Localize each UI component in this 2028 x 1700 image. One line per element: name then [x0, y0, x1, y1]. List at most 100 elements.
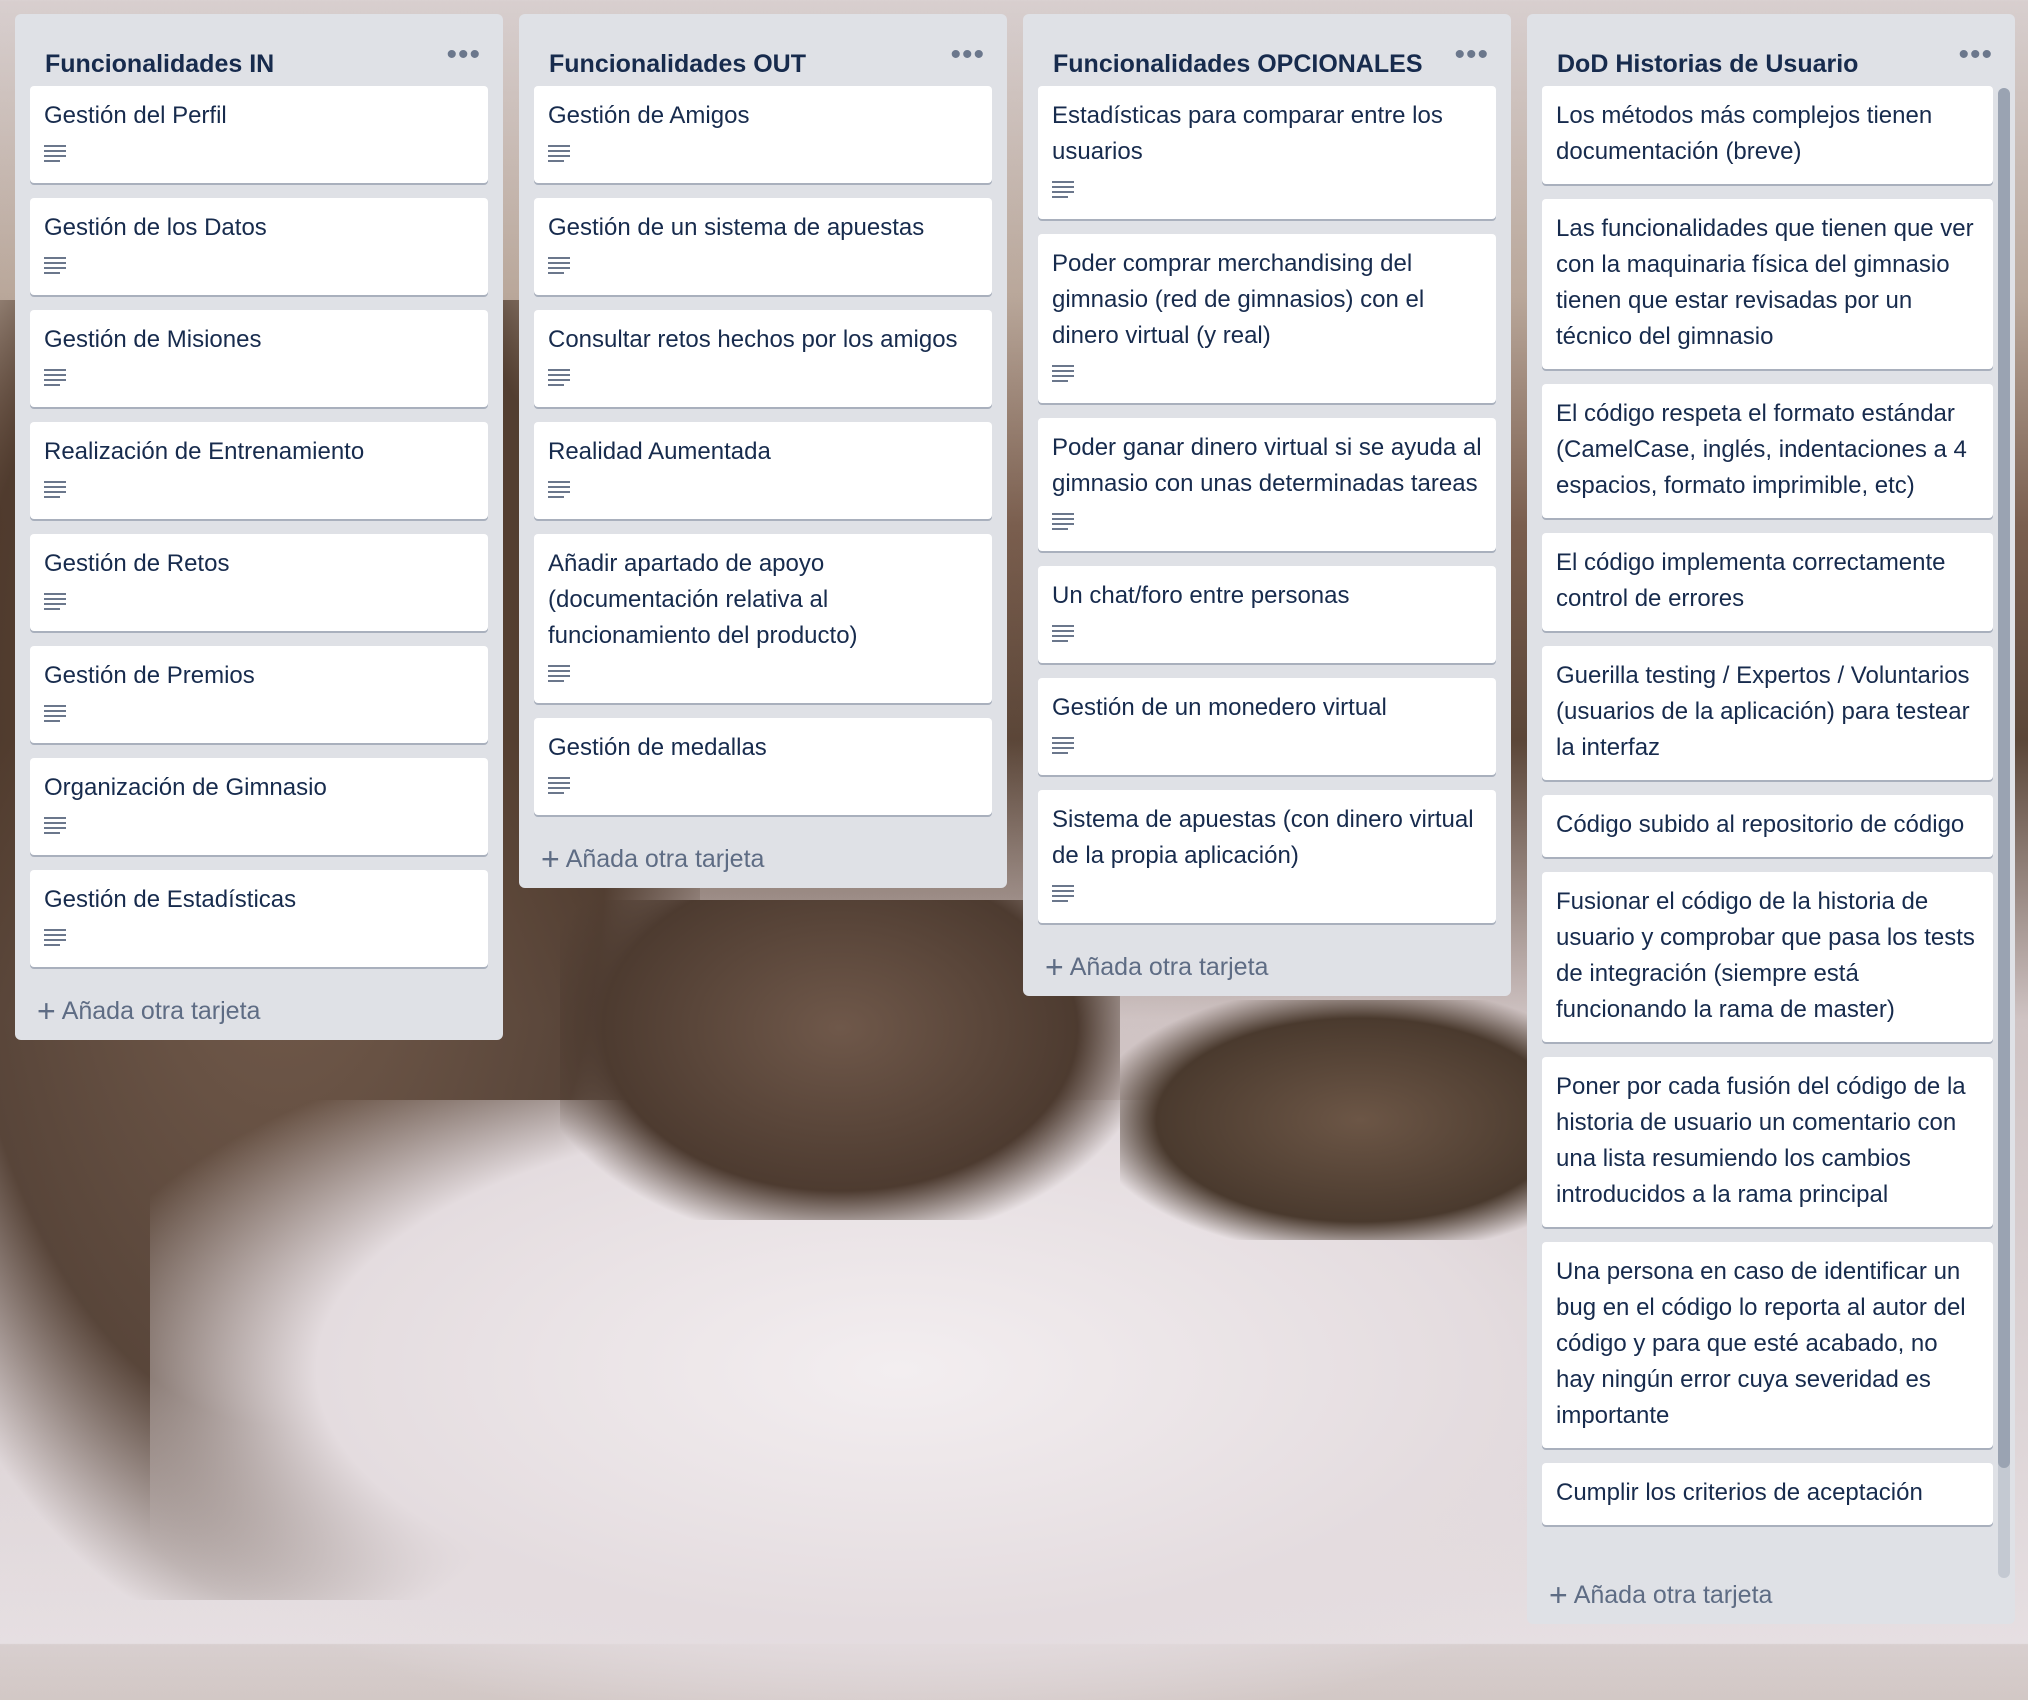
card[interactable]: Gestión de Estadísticas — [30, 870, 488, 967]
card[interactable]: Consultar retos hechos por los amigos — [534, 310, 992, 407]
card-title: Guerilla testing / Expertos / Voluntario… — [1556, 662, 1970, 761]
card[interactable]: Realidad Aumentada — [534, 422, 992, 519]
description-lines-icon — [44, 368, 68, 388]
card-title: Gestión de medallas — [548, 734, 767, 761]
card-title: Realidad Aumentada — [548, 438, 771, 465]
card[interactable]: Guerilla testing / Expertos / Voluntario… — [1542, 646, 1993, 780]
plus-icon: + — [37, 993, 56, 1029]
more-horizontal-icon[interactable]: ••• — [446, 40, 481, 70]
card[interactable]: Gestión del Perfil — [30, 86, 488, 183]
card-title: Cumplir los criterios de aceptación — [1556, 1479, 1923, 1506]
card-title: El código implementa correctamente contr… — [1556, 549, 1946, 612]
description-lines-icon — [1052, 180, 1076, 200]
description-lines-icon — [44, 816, 68, 836]
card-title: El código respeta el formato estándar (C… — [1556, 400, 1967, 499]
card-title: Estadísticas para comparar entre los usu… — [1052, 102, 1443, 165]
list-title[interactable]: Funcionalidades OUT — [549, 50, 806, 79]
card-title: Gestión de Amigos — [548, 102, 750, 129]
add-card-button[interactable]: + Añada otra tarjeta — [1527, 1566, 2015, 1624]
scrollbar-thumb[interactable] — [1998, 88, 2010, 1468]
card[interactable]: Código subido al repositorio de código — [1542, 795, 1993, 857]
card[interactable]: Gestión de medallas — [534, 718, 992, 815]
cards-scroll-area[interactable]: Los métodos más complejos tienen documen… — [1527, 86, 2015, 1566]
card[interactable]: Organización de Gimnasio — [30, 758, 488, 855]
card-title: Código subido al repositorio de código — [1556, 811, 1965, 838]
list-header: DoD Historias de Usuario ••• — [1527, 14, 2015, 86]
card-title: Un chat/foro entre personas — [1052, 582, 1350, 609]
card[interactable]: Poder comprar merchandising del gimnasio… — [1038, 234, 1496, 403]
card[interactable]: El código respeta el formato estándar (C… — [1542, 384, 1993, 518]
add-card-label: Añada otra tarjeta — [1573, 1580, 1773, 1609]
add-card-label: Añada otra tarjeta — [61, 996, 261, 1025]
description-lines-icon — [548, 144, 572, 164]
more-horizontal-icon[interactable]: ••• — [1454, 40, 1489, 70]
card[interactable]: El código implementa correctamente contr… — [1542, 533, 1993, 631]
card[interactable]: Los métodos más complejos tienen documen… — [1542, 86, 1993, 184]
card[interactable]: Gestión de un monedero virtual — [1038, 678, 1496, 775]
card-title: Los métodos más complejos tienen documen… — [1556, 102, 1933, 165]
card-title: Gestión de Retos — [44, 550, 230, 577]
card-title: Poner por cada fusión del código de la h… — [1556, 1073, 1966, 1208]
description-lines-icon — [44, 704, 68, 724]
description-lines-icon — [548, 256, 572, 276]
add-card-label: Añada otra tarjeta — [565, 844, 765, 873]
card[interactable]: Fusionar el código de la historia de usu… — [1542, 872, 1993, 1042]
description-lines-icon — [1052, 736, 1076, 756]
add-card-button[interactable]: + Añada otra tarjeta — [519, 830, 1007, 888]
card-title: Fusionar el código de la historia de usu… — [1556, 888, 1975, 1023]
card-title: Realización de Entrenamiento — [44, 438, 365, 465]
card[interactable]: Añadir apartado de apoyo (documentación … — [534, 534, 992, 703]
description-lines-icon — [44, 592, 68, 612]
add-card-button[interactable]: + Añada otra tarjeta — [15, 982, 503, 1040]
card[interactable]: Una persona en caso de identificar un bu… — [1542, 1242, 1993, 1448]
card-title: Gestión de Premios — [44, 662, 255, 689]
card-title: Organización de Gimnasio — [44, 774, 327, 801]
plus-icon: + — [541, 841, 560, 877]
card[interactable]: Gestión de un sistema de apuestas — [534, 198, 992, 295]
description-lines-icon — [44, 144, 68, 164]
card[interactable]: Gestión de los Datos — [30, 198, 488, 295]
card-title: Gestión de un sistema de apuestas — [548, 214, 925, 241]
card-title: Gestión de Misiones — [44, 326, 262, 353]
card[interactable]: Realización de Entrenamiento — [30, 422, 488, 519]
card-title: Poder ganar dinero virtual si se ayuda a… — [1052, 434, 1482, 497]
card-title: Las funcionalidades que tienen que ver c… — [1556, 215, 1974, 350]
card[interactable]: Un chat/foro entre personas — [1038, 566, 1496, 663]
description-lines-icon — [44, 928, 68, 948]
list-title[interactable]: Funcionalidades IN — [45, 50, 274, 79]
card[interactable]: Poder ganar dinero virtual si se ayuda a… — [1038, 418, 1496, 551]
card[interactable]: Estadísticas para comparar entre los usu… — [1038, 86, 1496, 219]
card-title: Añadir apartado de apoyo (documentación … — [548, 550, 858, 649]
add-card-label: Añada otra tarjeta — [1069, 952, 1269, 981]
list-scrollbar[interactable] — [1998, 88, 2010, 1578]
list-funcionalidades-opcionales: Funcionalidades OPCIONALES ••• Estadísti… — [1023, 14, 1511, 996]
description-lines-icon — [1052, 884, 1076, 904]
description-lines-icon — [548, 664, 572, 684]
card[interactable]: Gestión de Amigos — [534, 86, 992, 183]
card[interactable]: Gestión de Premios — [30, 646, 488, 743]
description-lines-icon — [44, 480, 68, 500]
list-funcionalidades-out: Funcionalidades OUT ••• Gestión de Amigo… — [519, 14, 1007, 888]
card-title: Gestión del Perfil — [44, 102, 227, 129]
card[interactable]: Sistema de apuestas (con dinero virtual … — [1038, 790, 1496, 923]
board: Funcionalidades IN ••• Gestión del Perfi… — [0, 0, 2028, 1644]
plus-icon: + — [1045, 949, 1064, 985]
card[interactable]: Poner por cada fusión del código de la h… — [1542, 1057, 1993, 1227]
description-lines-icon — [548, 368, 572, 388]
card[interactable]: Gestión de Misiones — [30, 310, 488, 407]
card[interactable]: Cumplir los criterios de aceptación — [1542, 1463, 1993, 1525]
more-horizontal-icon[interactable]: ••• — [1958, 40, 1993, 70]
card[interactable]: Gestión de Retos — [30, 534, 488, 631]
card-title: Una persona en caso de identificar un bu… — [1556, 1258, 1966, 1429]
card-title: Gestión de un monedero virtual — [1052, 694, 1387, 721]
list-title[interactable]: Funcionalidades OPCIONALES — [1053, 50, 1423, 79]
description-lines-icon — [548, 776, 572, 796]
card-title: Poder comprar merchandising del gimnasio… — [1052, 250, 1425, 349]
more-horizontal-icon[interactable]: ••• — [950, 40, 985, 70]
list-title[interactable]: DoD Historias de Usuario — [1557, 50, 1858, 79]
card-title: Gestión de Estadísticas — [44, 886, 297, 913]
plus-icon: + — [1549, 1577, 1568, 1613]
card[interactable]: Las funcionalidades que tienen que ver c… — [1542, 199, 1993, 369]
add-card-button[interactable]: + Añada otra tarjeta — [1023, 938, 1511, 996]
description-lines-icon — [44, 256, 68, 276]
